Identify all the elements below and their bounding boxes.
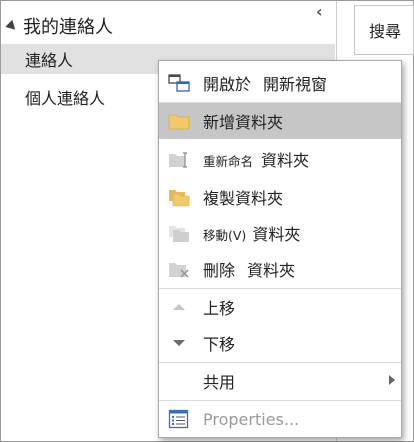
menu-item-label: 新增資料夾	[203, 113, 284, 132]
menu-item-copy-folder[interactable]: 複製資料夾	[159, 179, 401, 215]
new-folder-icon	[168, 114, 190, 130]
menu-item-label: 刪除 資料夾	[203, 261, 296, 280]
menu-item-label: 共用	[203, 373, 236, 392]
move-up-icon	[173, 304, 185, 310]
my-contacts-header: 我的連絡人	[23, 17, 113, 38]
delete-folder-icon	[169, 263, 189, 278]
menu-item-label: 開啟於 開新視窗	[203, 75, 328, 94]
collapse-pane-chevron-icon[interactable]: ‹	[316, 2, 323, 21]
menu-item-label: 重新命名 資料夾	[203, 151, 310, 170]
menu-item-open-new-window[interactable]: 開啟於 開新視窗	[159, 65, 401, 101]
move-down-icon	[173, 340, 185, 346]
menu-item-move-down[interactable]: 下移	[159, 325, 401, 361]
rename-folder-icon	[169, 152, 187, 168]
menu-item-label: 移動(V) 資料夾	[203, 225, 301, 244]
menu-item-label: 上移	[203, 299, 236, 318]
menu-item-delete-folder[interactable]: 刪除 資料夾	[159, 251, 401, 287]
menu-item-share[interactable]: 共用	[159, 363, 401, 399]
menu-item-label: Properties...	[203, 409, 300, 429]
copy-folder-icon	[169, 190, 190, 207]
move-folder-icon	[169, 226, 189, 242]
context-menu: 開啟於 開新視窗 新增資料夾 重新命名 資料夾 複製資料夾 移動(V) 資料夾 …	[158, 60, 402, 438]
nav-item-label: 連絡人	[25, 51, 74, 70]
menu-item-move-folder[interactable]: 移動(V) 資料夾	[159, 215, 401, 251]
open-new-window-icon	[168, 74, 190, 92]
menu-item-rename-folder[interactable]: 重新命名 資料夾	[159, 141, 401, 177]
properties-icon	[168, 409, 189, 429]
collapse-triangle-icon[interactable]	[5, 19, 19, 33]
menu-item-new-folder[interactable]: 新增資料夾	[159, 103, 401, 139]
search-input[interactable]: 搜尋	[354, 5, 414, 55]
nav-item-label: 個人連絡人	[25, 89, 106, 108]
my-contacts-group[interactable]: 我的連絡人	[5, 13, 113, 39]
menu-item-label: 下移	[203, 335, 236, 354]
menu-item-properties[interactable]: Properties...	[159, 401, 401, 437]
menu-item-label: 複製資料夾	[203, 189, 284, 208]
search-label: 搜尋	[369, 22, 402, 41]
chevron-right-icon	[389, 375, 395, 385]
menu-item-move-up[interactable]: 上移	[159, 289, 401, 325]
